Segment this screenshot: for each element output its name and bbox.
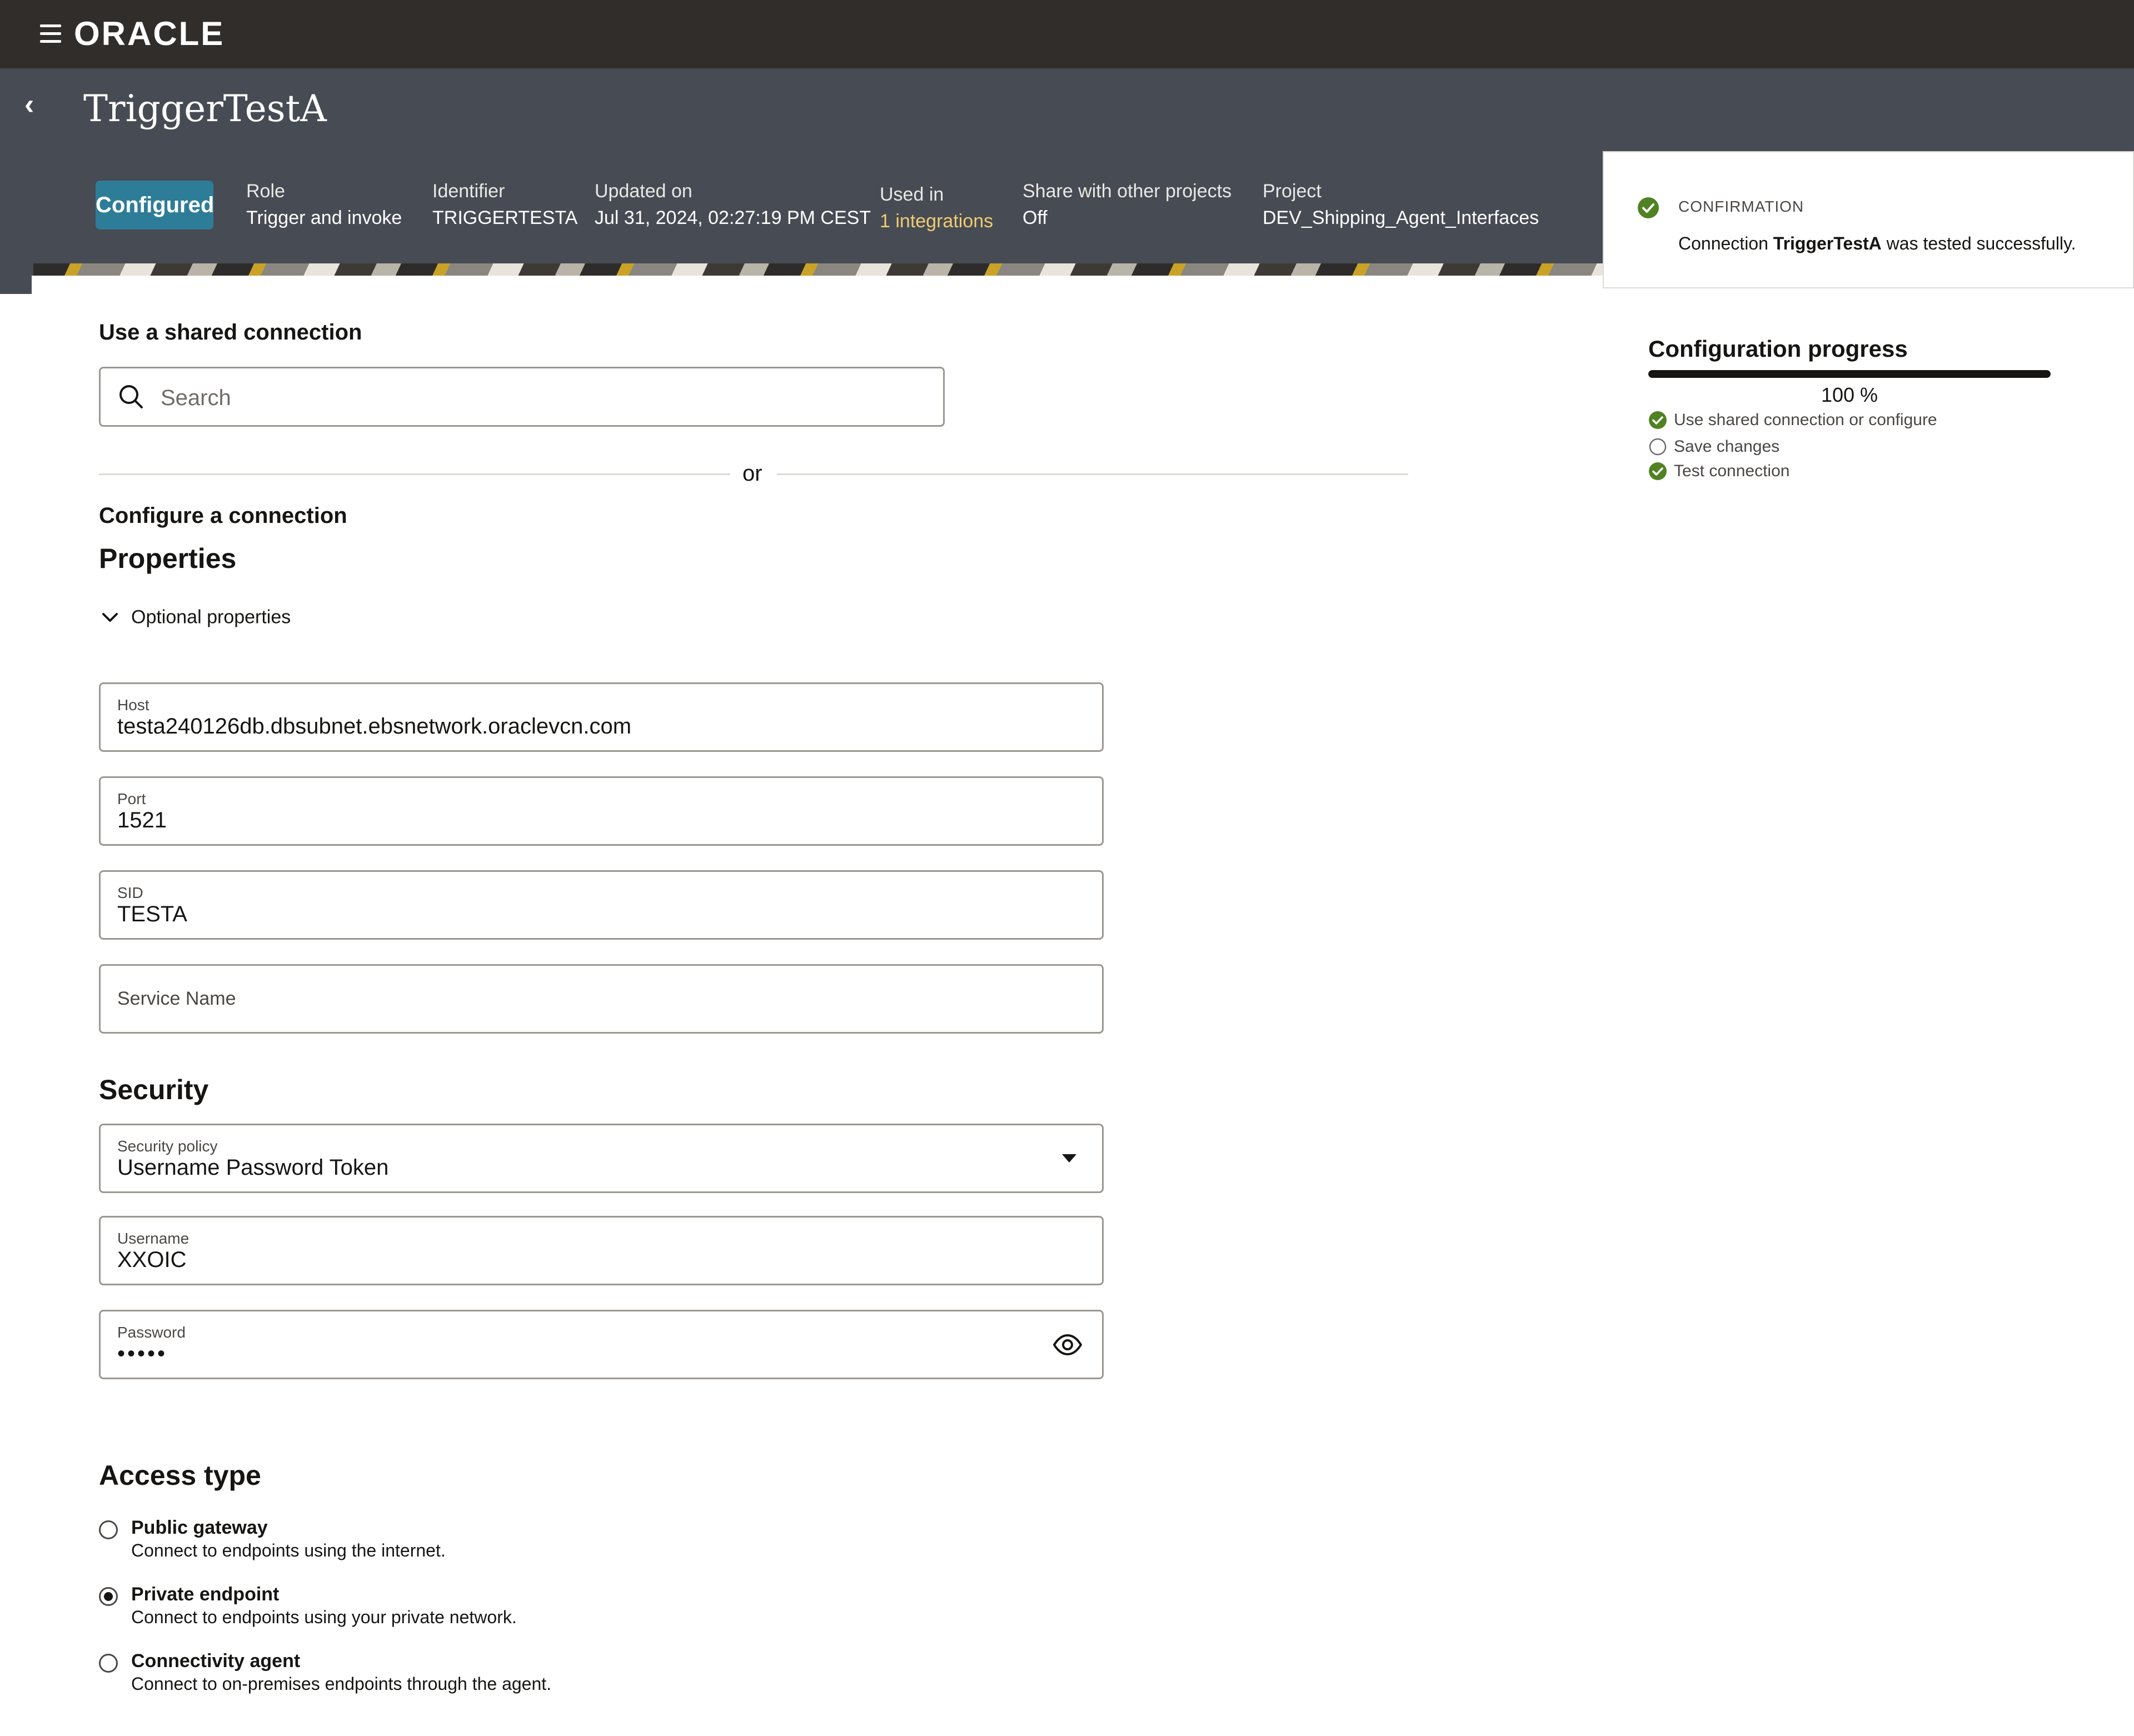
password-label: Password (117, 1324, 186, 1341)
meta-updated-label: Updated on (595, 181, 692, 202)
progress-step-label: Use shared connection or configure (1674, 411, 1937, 430)
radio-label: Connectivity agent (131, 1650, 301, 1672)
progress-percent: 100 % (1821, 383, 1878, 406)
confirmation-toast: CONFIRMATION Connection TriggerTestA was… (1603, 151, 2134, 288)
properties-heading: Properties (99, 543, 237, 574)
sid-value[interactable]: TESTA (117, 902, 187, 927)
progress-step-label: Test connection (1674, 462, 1790, 481)
meta-identifier-label: Identifier (432, 181, 505, 202)
configure-heading: Configure a connection (99, 503, 347, 528)
status-badge: Configured (96, 181, 214, 230)
or-label: or (742, 461, 762, 486)
radio-description: Connect to endpoints using the internet. (131, 1540, 446, 1560)
toast-connection-name: TriggerTestA (1773, 233, 1882, 253)
progress-bar (1648, 370, 2051, 378)
step-pending-circle-icon (1649, 438, 1667, 456)
progress-title: Configuration progress (1648, 336, 1908, 362)
service-name-field[interactable]: Service Name (99, 964, 1104, 1034)
security-policy-label: Security policy (117, 1138, 218, 1155)
toast-title: CONFIRMATION (1678, 198, 1804, 215)
divider-right (777, 473, 1408, 475)
progress-step-label: Save changes (1674, 437, 1780, 456)
search-input[interactable] (159, 381, 929, 415)
username-label: Username (117, 1230, 190, 1247)
success-check-icon (1638, 197, 1659, 218)
host-field[interactable]: Host testa240126db.dbsubnet.ebsnetwork.o… (99, 682, 1104, 752)
radio-label: Private endpoint (131, 1584, 280, 1605)
step-done-check-icon (1649, 462, 1667, 481)
host-label: Host (117, 696, 149, 714)
meta-role: Role Trigger and invoke (246, 178, 402, 231)
meta-role-label: Role (246, 181, 285, 202)
meta-project-label: Project (1263, 181, 1322, 202)
meta-share: Share with other projects Off (1023, 178, 1231, 231)
toast-message-prefix: Connection (1678, 233, 1773, 253)
radio-circle[interactable] (99, 1520, 118, 1539)
back-chevron-icon[interactable]: ‹ (24, 90, 41, 119)
meta-role-value: Trigger and invoke (246, 207, 402, 228)
meta-identifier: Identifier TRIGGERTESTA (432, 178, 577, 231)
security-heading: Security (99, 1074, 209, 1105)
progress-step: Save changes (1648, 437, 1779, 456)
radio-label: Public gateway (131, 1517, 268, 1538)
meta-updated-value: Jul 31, 2024, 02:27:19 PM CEST (595, 207, 871, 228)
meta-share-label: Share with other projects (1023, 181, 1232, 202)
meta-used-link[interactable]: 1 integrations (880, 208, 993, 235)
radio-circle-selected[interactable] (99, 1587, 118, 1606)
port-label: Port (117, 790, 146, 807)
progress-step: Test connection (1648, 461, 1789, 481)
password-value[interactable]: ••••• (117, 1341, 167, 1366)
password-field[interactable]: Password ••••• (99, 1310, 1104, 1379)
toast-message: Connection TriggerTestA was tested succe… (1678, 233, 2076, 254)
divider-left (99, 473, 730, 475)
port-field[interactable]: Port 1521 (99, 776, 1104, 846)
shared-connection-heading: Use a shared connection (99, 320, 362, 345)
header-pattern-strip (33, 263, 1612, 276)
meta-identifier-value: TRIGGERTESTA (432, 207, 578, 228)
eye-icon[interactable] (1052, 1333, 1083, 1357)
meta-project-value: DEV_Shipping_Agent_Interfaces (1263, 207, 1539, 228)
sid-field[interactable]: SID TESTA (99, 870, 1104, 940)
username-value[interactable]: XXOIC (117, 1248, 186, 1273)
progress-step: Use shared connection or configure (1648, 410, 1937, 430)
toast-message-suffix: was tested successfully. (1881, 233, 2076, 253)
meta-updated: Updated on Jul 31, 2024, 02:27:19 PM CES… (595, 178, 871, 231)
step-done-check-icon (1649, 411, 1667, 430)
oracle-logo: ORACLE (74, 15, 225, 52)
meta-used-in: Used in 1 integrations (880, 181, 993, 235)
optional-properties-label: Optional properties (131, 606, 291, 628)
meta-share-value: Off (1023, 207, 1048, 228)
dropdown-caret-icon[interactable] (1062, 1154, 1076, 1163)
sid-label: SID (117, 884, 143, 901)
service-name-placeholder: Service Name (117, 988, 236, 1009)
page-title: TriggerTestA (83, 87, 327, 130)
optional-properties-toggle[interactable]: Optional properties (100, 606, 291, 628)
chevron-down-icon (102, 613, 118, 622)
search-icon (119, 385, 143, 408)
progress-bar-fill (1648, 370, 2051, 378)
security-policy-value: Username Password Token (117, 1155, 389, 1180)
host-value[interactable]: testa240126db.dbsubnet.ebsnetwork.oracle… (117, 714, 631, 739)
username-field[interactable]: Username XXOIC (99, 1216, 1104, 1285)
access-type-heading: Access type (99, 1460, 261, 1491)
radio-circle[interactable] (99, 1654, 118, 1673)
radio-description: Connect to endpoints using your private … (131, 1607, 517, 1627)
meta-used-label: Used in (880, 184, 944, 205)
radio-description: Connect to on-premises endpoints through… (131, 1674, 552, 1694)
brand-bar: ORACLE (0, 0, 2134, 68)
meta-project: Project DEV_Shipping_Agent_Interfaces (1263, 178, 1539, 231)
port-value[interactable]: 1521 (117, 808, 167, 833)
security-policy-select[interactable]: Security policy Username Password Token (99, 1124, 1104, 1193)
hamburger-menu-icon[interactable] (40, 24, 61, 43)
shared-connection-search (99, 367, 945, 427)
